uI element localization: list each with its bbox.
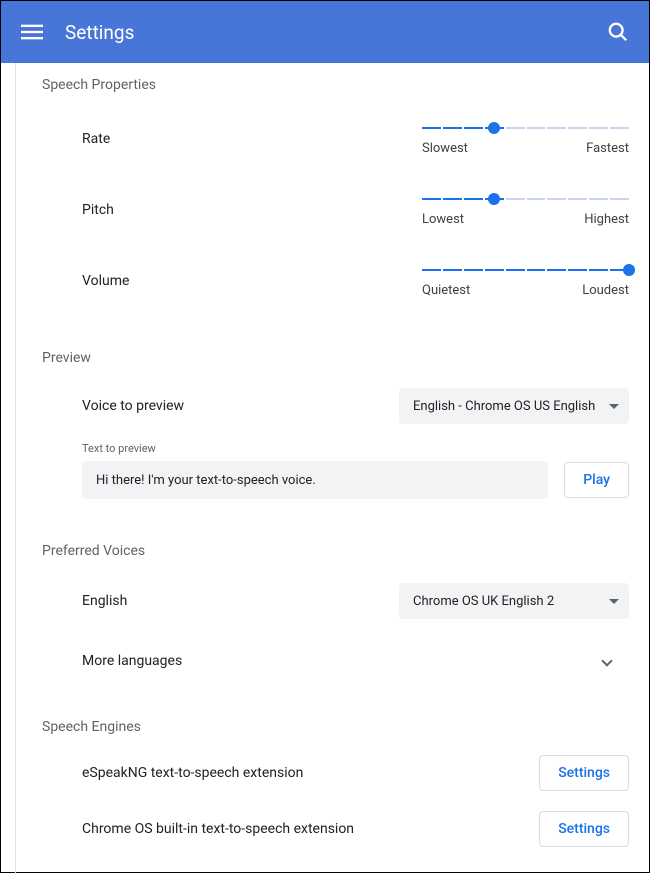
pitch-min-label: Lowest	[422, 212, 464, 227]
engine-row: eSpeakNG text-to-speech extension Settin…	[36, 745, 629, 801]
section-preferred-voices: Preferred Voices	[36, 517, 629, 569]
volume-row: Volume Quietest Loudest	[36, 245, 629, 316]
voice-preview-selected: English - Chrome OS US English	[413, 399, 595, 414]
engine-row: Chrome OS built-in text-to-speech extens…	[36, 801, 629, 857]
volume-slider[interactable]	[422, 263, 629, 277]
preferred-english-selected: Chrome OS UK English 2	[413, 594, 554, 609]
voice-preview-label: Voice to preview	[82, 398, 399, 414]
rate-min-label: Slowest	[422, 141, 468, 156]
pitch-slider[interactable]	[422, 192, 629, 206]
page-title: Settings	[65, 21, 607, 44]
engine-settings-button[interactable]: Settings	[539, 811, 629, 847]
chevron-down-icon	[601, 655, 612, 666]
engine-settings-button[interactable]: Settings	[539, 755, 629, 791]
text-preview-row: Play	[36, 461, 629, 517]
preferred-english-label: English	[82, 593, 399, 609]
chevron-down-icon	[609, 599, 619, 604]
pitch-row: Pitch Lowest Highest	[36, 174, 629, 245]
settings-content: Speech Properties Rate Slowest Fastest P…	[15, 63, 649, 874]
section-speech-properties: Speech Properties	[36, 63, 629, 103]
section-preview: Preview	[36, 316, 629, 376]
more-languages-label: More languages	[82, 653, 603, 669]
rate-row: Rate Slowest Fastest	[36, 103, 629, 174]
voice-preview-row: Voice to preview English - Chrome OS US …	[36, 376, 629, 436]
volume-min-label: Quietest	[422, 283, 470, 298]
section-speech-engines: Speech Engines	[36, 689, 629, 745]
engine-name: Chrome OS built-in text-to-speech extens…	[82, 821, 539, 837]
rate-max-label: Fastest	[586, 141, 629, 156]
volume-max-label: Loudest	[582, 283, 629, 298]
app-header: Settings	[1, 1, 649, 63]
text-preview-label: Text to preview	[36, 436, 629, 461]
engine-name: eSpeakNG text-to-speech extension	[82, 765, 539, 781]
preferred-english-select[interactable]: Chrome OS UK English 2	[399, 583, 629, 619]
voice-preview-select[interactable]: English - Chrome OS US English	[399, 388, 629, 424]
volume-label: Volume	[82, 273, 422, 289]
pitch-label: Pitch	[82, 202, 422, 218]
search-icon[interactable]	[607, 21, 629, 43]
menu-icon[interactable]	[21, 21, 43, 43]
pitch-max-label: Highest	[584, 212, 629, 227]
chevron-down-icon	[609, 404, 619, 409]
play-button[interactable]: Play	[564, 462, 629, 498]
text-preview-input[interactable]	[82, 461, 548, 499]
more-languages-row[interactable]: More languages	[36, 633, 629, 689]
rate-slider[interactable]	[422, 121, 629, 135]
preferred-english-row: English Chrome OS UK English 2	[36, 569, 629, 633]
rate-label: Rate	[82, 131, 422, 147]
